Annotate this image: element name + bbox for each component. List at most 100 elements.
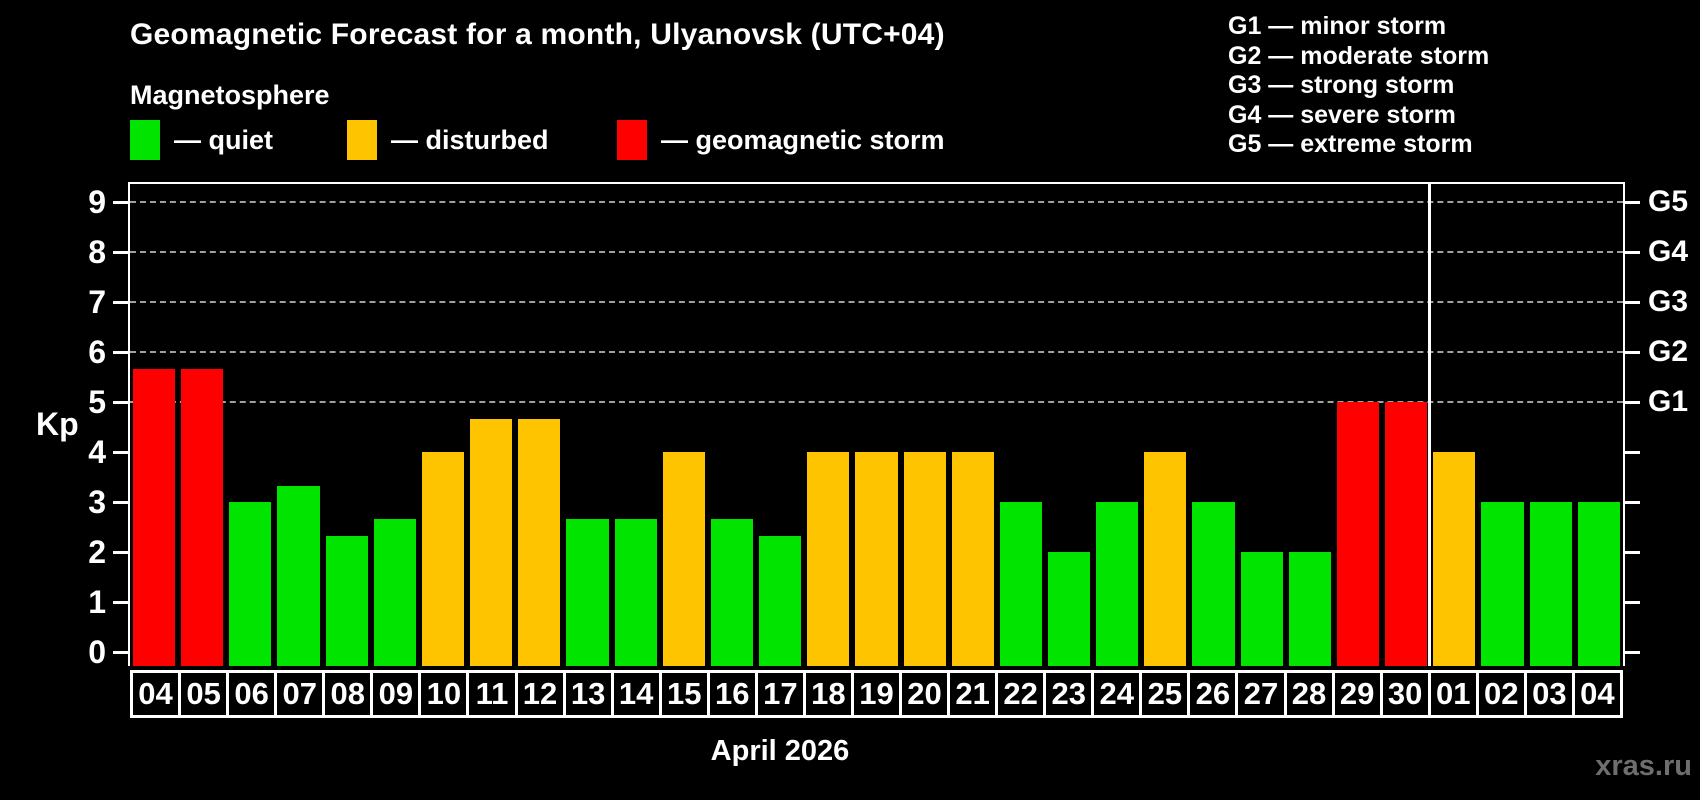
bar-day-02 xyxy=(1481,502,1524,666)
bar-day-20 xyxy=(903,452,946,666)
bar-day-11 xyxy=(470,418,513,666)
bar-slot-28 xyxy=(1286,184,1334,666)
plot-area xyxy=(128,182,1625,666)
right-tick-5 xyxy=(1623,401,1640,404)
right-axis-label-G5: G5 xyxy=(1648,185,1689,218)
day-label-24: 24 xyxy=(1091,670,1143,718)
bar-slot-15 xyxy=(660,184,708,666)
day-label-01: 01 xyxy=(1427,670,1479,718)
month-separator-line xyxy=(1428,184,1431,666)
right-tick-0 xyxy=(1623,651,1640,654)
bar-slot-27 xyxy=(1238,184,1286,666)
chart-subtitle: Magnetosphere xyxy=(130,80,330,110)
day-label-10: 10 xyxy=(418,670,470,718)
bar-slot-24 xyxy=(1093,184,1141,666)
bar-day-25 xyxy=(1144,452,1187,666)
day-label-19: 19 xyxy=(850,670,902,718)
bar-slot-29 xyxy=(1334,184,1382,666)
day-label-29: 29 xyxy=(1331,670,1383,718)
bar-slot-18 xyxy=(804,184,852,666)
day-label-04: 04 xyxy=(1571,670,1623,718)
bar-slot-08 xyxy=(323,184,371,666)
bar-day-27 xyxy=(1240,552,1283,666)
day-label-30: 30 xyxy=(1379,670,1431,718)
y-tick-label-4: 4 xyxy=(88,434,106,470)
bar-slot-10 xyxy=(419,184,467,666)
day-label-07: 07 xyxy=(274,670,326,718)
day-label-22: 22 xyxy=(995,670,1047,718)
bar-slot-11 xyxy=(467,184,515,666)
bar-day-23 xyxy=(1047,552,1091,666)
bar-slot-01 xyxy=(1430,184,1478,666)
bar-day-03 xyxy=(1529,502,1572,666)
legend-label-storm: — geomagnetic storm xyxy=(661,124,945,155)
geomagnetic-forecast-chart: Geomagnetic Forecast for a month, Ulyano… xyxy=(0,0,1700,800)
right-tick-8 xyxy=(1623,251,1640,254)
right-tick-1 xyxy=(1623,601,1640,604)
bar-slot-05 xyxy=(178,184,226,666)
right-axis-label-G2: G2 xyxy=(1648,335,1689,368)
bars-container xyxy=(130,184,1623,666)
legend-swatch-disturbed xyxy=(347,120,377,160)
bar-day-29 xyxy=(1336,402,1380,666)
legend-item-quiet: — quiet xyxy=(130,118,273,162)
bar-slot-21 xyxy=(949,184,997,666)
right-axis-label-G4: G4 xyxy=(1648,235,1689,268)
day-label-03: 03 xyxy=(1523,670,1575,718)
bar-day-18 xyxy=(807,452,850,666)
day-label-04: 04 xyxy=(130,670,182,718)
bar-day-13 xyxy=(566,518,609,666)
day-label-28: 28 xyxy=(1283,670,1335,718)
bar-day-17 xyxy=(759,535,802,666)
day-label-26: 26 xyxy=(1187,670,1239,718)
right-tick-7 xyxy=(1623,301,1640,304)
bar-day-14 xyxy=(614,518,657,666)
month-label: April 2026 xyxy=(710,735,850,767)
bar-day-01 xyxy=(1433,452,1476,666)
bar-slot-07 xyxy=(274,184,322,666)
bar-slot-09 xyxy=(371,184,419,666)
day-label-05: 05 xyxy=(178,670,230,718)
bar-day-09 xyxy=(373,518,416,666)
bar-slot-26 xyxy=(1189,184,1237,666)
bar-day-21 xyxy=(951,452,994,666)
storm-scale-line-4: G4 — severe storm xyxy=(1228,100,1456,129)
right-tick-2 xyxy=(1623,551,1640,554)
bar-day-19 xyxy=(855,452,898,666)
y-tick-label-1: 1 xyxy=(88,584,106,620)
storm-scale-line-3: G3 — strong storm xyxy=(1228,71,1455,99)
bar-day-22 xyxy=(999,502,1042,666)
bar-day-28 xyxy=(1288,552,1331,666)
bar-slot-16 xyxy=(708,184,756,666)
legend-item-disturbed: — disturbed xyxy=(347,118,549,162)
day-label-06: 06 xyxy=(226,670,278,718)
day-label-13: 13 xyxy=(562,670,614,718)
bar-day-10 xyxy=(421,452,465,666)
bar-slot-25 xyxy=(1141,184,1189,666)
chart-title: Geomagnetic Forecast for a month, Ulyano… xyxy=(130,18,945,51)
storm-scale-line-5: G5 — extreme storm xyxy=(1228,130,1473,158)
bar-day-07 xyxy=(277,485,320,666)
right-tick-3 xyxy=(1623,501,1640,504)
y-tick-label-3: 3 xyxy=(88,484,106,520)
bar-slot-14 xyxy=(612,184,660,666)
y-tick-label-6: 6 xyxy=(88,334,106,370)
bar-slot-13 xyxy=(563,184,611,666)
storm-scale-line-2: G2 — moderate storm xyxy=(1228,41,1490,70)
legend-label-quiet: — quiet xyxy=(174,124,273,155)
bar-slot-20 xyxy=(901,184,949,666)
bar-day-26 xyxy=(1192,502,1235,666)
day-label-15: 15 xyxy=(658,670,710,718)
bar-slot-23 xyxy=(1045,184,1093,666)
legend-label-disturbed: — disturbed xyxy=(391,124,549,155)
right-tick-6 xyxy=(1623,351,1640,354)
day-label-02: 02 xyxy=(1475,670,1527,718)
bar-slot-04 xyxy=(130,184,178,666)
day-label-25: 25 xyxy=(1139,670,1191,718)
day-label-17: 17 xyxy=(754,670,806,718)
y-tick-label-9: 9 xyxy=(88,184,106,220)
day-label-20: 20 xyxy=(899,670,951,718)
watermark: xras.ru xyxy=(1595,750,1692,782)
bar-day-15 xyxy=(662,452,705,666)
bar-day-04 xyxy=(133,368,176,666)
